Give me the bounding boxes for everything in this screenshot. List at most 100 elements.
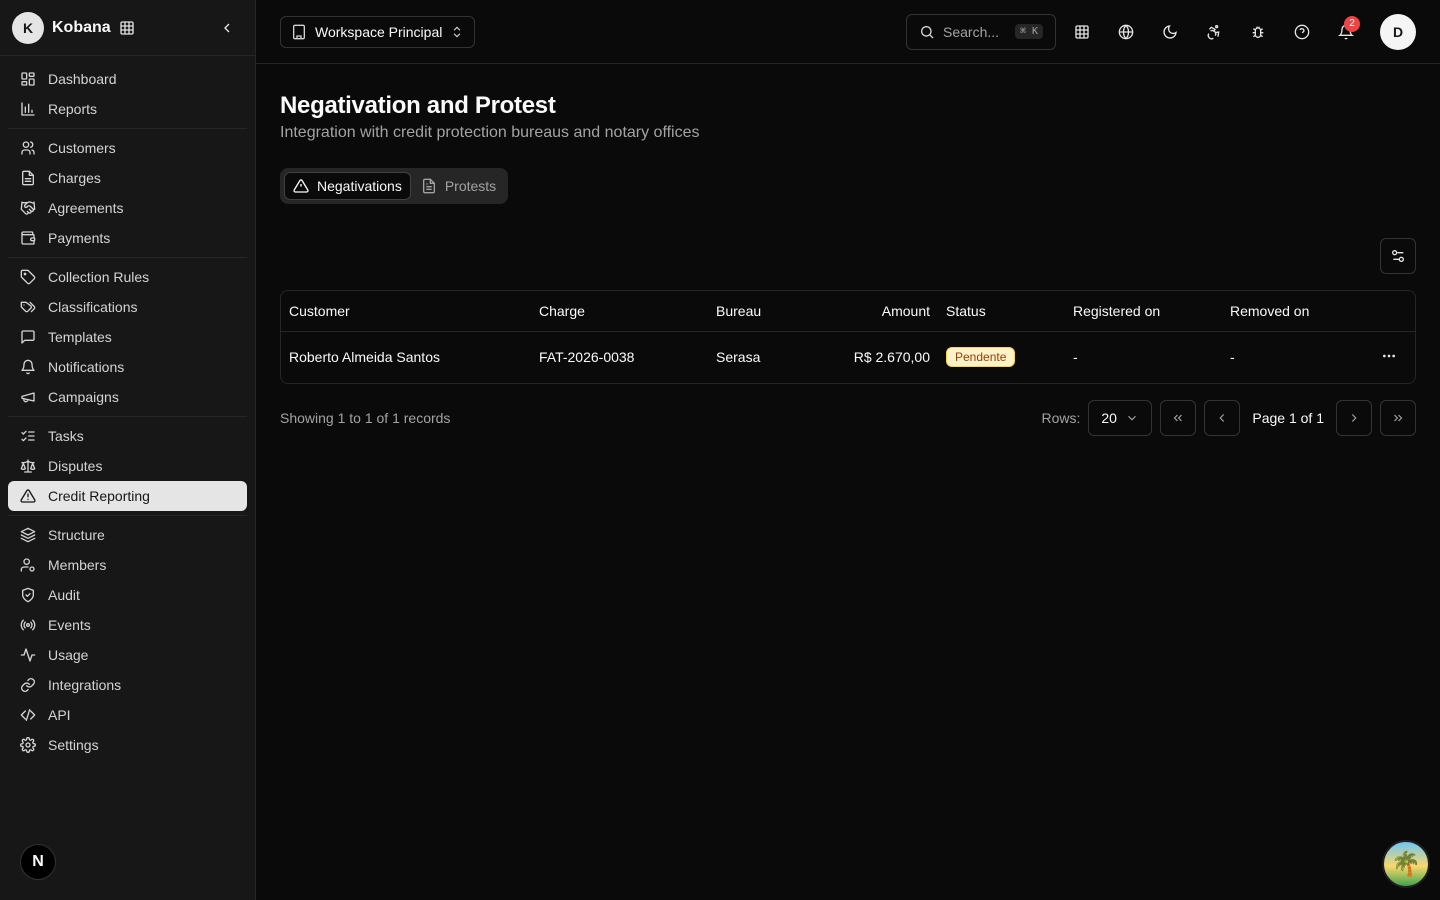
sidebar-item-integrations[interactable]: Integrations <box>8 670 247 700</box>
col-charge[interactable]: Charge <box>531 291 708 332</box>
sidebar-group: Tasks Disputes Credit Reporting <box>8 417 247 516</box>
chevrons-up-down-icon <box>450 25 464 39</box>
sidebar-item-members[interactable]: Members <box>8 550 247 580</box>
layers-icon <box>20 527 36 543</box>
page-indicator: Page 1 of 1 <box>1252 410 1324 426</box>
cell-charge: FAT-2026-0038 <box>539 349 635 366</box>
sidebar-item-agreements[interactable]: Agreements <box>8 193 247 223</box>
sidebar-item-settings[interactable]: Settings <box>8 730 247 760</box>
search-placeholder: Search... <box>943 23 1000 40</box>
grid-icon[interactable] <box>119 20 135 36</box>
sidebar-item-collection-rules[interactable]: Collection Rules <box>8 262 247 292</box>
tab-label: Protests <box>444 178 497 194</box>
workspace-selector[interactable]: Workspace Principal <box>280 15 476 48</box>
view-options-button[interactable] <box>1380 238 1416 274</box>
chevron-left-icon[interactable] <box>215 16 239 40</box>
sidebar-item-structure[interactable]: Structure <box>8 520 247 550</box>
table-row[interactable]: Roberto Almeida Santos FAT-2026-0038 Ser… <box>281 331 1415 383</box>
sidebar-item-reports[interactable]: Reports <box>8 94 247 124</box>
col-removed-on[interactable]: Removed on <box>1222 291 1362 332</box>
col-actions <box>1362 291 1415 332</box>
sidebar-item-label: Customers <box>48 140 116 156</box>
bug-icon[interactable] <box>1240 14 1276 50</box>
col-status[interactable]: Status <box>938 291 1065 332</box>
notification-count: 2 <box>1344 15 1360 32</box>
col-amount[interactable]: Amount <box>808 291 938 332</box>
sidebar-item-audit[interactable]: Audit <box>8 580 247 610</box>
cell-actions <box>1362 331 1415 383</box>
sidebar-item-usage[interactable]: Usage <box>8 640 247 670</box>
cell-status: Pendente <box>938 331 1065 383</box>
table-header-row: Customer Charge Bureau Amount Status Reg… <box>281 291 1415 332</box>
alert-triangle-icon <box>293 178 309 194</box>
sidebar-item-payments[interactable]: Payments <box>8 223 247 253</box>
search-box[interactable]: Search... ⌘ K <box>906 13 1056 50</box>
sliders-icon <box>1390 248 1406 264</box>
sidebar-item-label: Notifications <box>48 359 125 375</box>
page-title: Negativation and Protest <box>280 92 556 119</box>
chevron-down-icon <box>1125 411 1139 425</box>
sidebar-group: Collection Rules Classifications Templates… <box>8 258 247 417</box>
sidebar-item-campaigns[interactable]: Campaigns <box>8 382 247 412</box>
moon-icon[interactable] <box>1152 14 1188 50</box>
cell-registered-on: - <box>1073 349 1078 366</box>
sidebar-item-disputes[interactable]: Disputes <box>8 451 247 481</box>
bell-icon[interactable]: 2 <box>1328 14 1364 50</box>
cell-removed-on: - <box>1230 349 1235 366</box>
accessibility-icon[interactable] <box>1196 14 1232 50</box>
brand-avatar[interactable]: K <box>12 11 44 44</box>
message-icon <box>20 329 36 345</box>
chevrons-right-icon <box>1391 411 1405 425</box>
rows-value: 20 <box>1101 410 1117 426</box>
globe-icon[interactable] <box>1108 14 1144 50</box>
help-icon[interactable] <box>1284 14 1320 50</box>
col-registered-on[interactable]: Registered on <box>1065 291 1222 332</box>
sidebar-item-dashboard[interactable]: Dashboard <box>8 64 247 94</box>
sidebar-item-tasks[interactable]: Tasks <box>8 421 247 451</box>
content: Negativation and Protest Integration wit… <box>256 64 1440 464</box>
sidebar-item-notifications[interactable]: Notifications <box>8 352 247 382</box>
n-badge[interactable]: N <box>20 844 56 880</box>
sidebar-item-label: Campaigns <box>48 389 119 405</box>
table-icon[interactable] <box>1064 14 1100 50</box>
last-page-button[interactable] <box>1380 400 1416 436</box>
status-badge: Pendente <box>946 347 1016 368</box>
first-page-button[interactable] <box>1160 400 1197 436</box>
table-toolbar <box>280 238 1416 274</box>
floating-assistant-button[interactable]: 🌴 <box>1382 840 1430 888</box>
rows-per-page-select[interactable]: 20 <box>1088 400 1153 436</box>
prev-page-button[interactable] <box>1204 400 1241 436</box>
sidebar-item-label: Dashboard <box>48 71 117 87</box>
sidebar-item-customers[interactable]: Customers <box>8 133 247 163</box>
next-page-button[interactable] <box>1336 400 1372 436</box>
sidebar-group: Structure Members Audit Events Usage Integrat… <box>8 516 247 764</box>
main-area: Workspace Principal Search... ⌘ K 2 D Ne… <box>256 0 1440 900</box>
handshake-icon <box>20 200 36 216</box>
tab-negativations[interactable]: Negativations <box>284 172 411 200</box>
col-customer[interactable]: Customer <box>281 291 531 332</box>
col-bureau[interactable]: Bureau <box>708 291 808 332</box>
chevron-left-icon <box>1215 411 1229 425</box>
sidebar-item-charges[interactable]: Charges <box>8 163 247 193</box>
shield-icon <box>20 587 36 603</box>
sidebar-item-label: Tasks <box>48 428 84 444</box>
sidebar-nav: Dashboard Reports Customers Charges Agreemen… <box>0 56 255 768</box>
palm-tree-icon: 🌴 <box>1391 850 1421 878</box>
sidebar-item-label: Usage <box>48 647 89 663</box>
sidebar-item-label: Payments <box>48 230 111 246</box>
sidebar-item-credit-reporting[interactable]: Credit Reporting <box>8 481 247 511</box>
sidebar-item-label: Templates <box>48 329 112 345</box>
sidebar-item-label: Integrations <box>48 677 122 693</box>
tabs: Negativations Protests <box>280 168 509 204</box>
sidebar-item-classifications[interactable]: Classifications <box>8 292 247 322</box>
pagination-controls: Rows: 20 Page 1 of 1 <box>1041 400 1416 436</box>
sidebar-item-templates[interactable]: Templates <box>8 322 247 352</box>
sidebar-item-events[interactable]: Events <box>8 610 247 640</box>
more-horizontal-icon[interactable] <box>1381 348 1397 364</box>
tab-protests[interactable]: Protests <box>413 172 504 200</box>
activity-icon <box>20 647 36 663</box>
user-avatar[interactable]: D <box>1380 13 1416 50</box>
records-summary: Showing 1 to 1 of 1 records <box>280 410 451 426</box>
sidebar-item-api[interactable]: API <box>8 700 247 730</box>
sidebar-item-label: Structure <box>48 527 105 543</box>
